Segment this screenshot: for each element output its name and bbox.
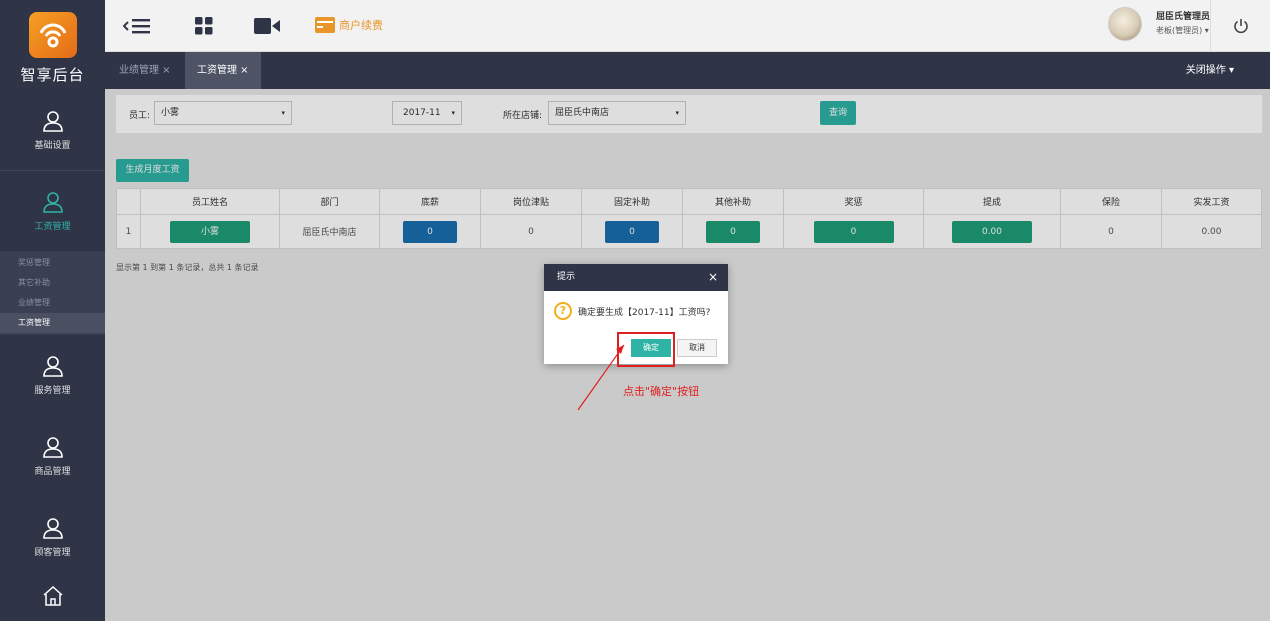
dialog-message: 确定要生成【2017-11】工资吗? [578, 307, 711, 318]
sidebar-item-label: 工资管理 [34, 221, 71, 232]
logo-area: 智享后台 [0, 0, 105, 90]
logo-text: 智享后台 [20, 66, 85, 84]
top-bar: 商户续费 屈臣氏管理员 老板(管理员) ▾ [105, 0, 1270, 52]
sidebar-item-basic-settings[interactable]: 基础设置 [0, 90, 105, 170]
sidebar-item-service[interactable]: 服务管理 [0, 335, 105, 415]
tab-performance[interactable]: 业绩管理 × [107, 52, 183, 89]
grid-icon[interactable] [195, 17, 213, 35]
tab-salary[interactable]: 工资管理 × [185, 52, 261, 89]
dialog-title: 提示 [557, 272, 576, 282]
sidebar-item-label: 服务管理 [34, 385, 71, 396]
sidebar-item-customer[interactable]: 顾客管理 [0, 497, 105, 577]
annotation-arrow [577, 344, 625, 411]
sidebar-item-salary[interactable]: 工资管理 [0, 171, 105, 251]
close-operations-menu[interactable]: 关闭操作 ▾ [1186, 52, 1234, 89]
sidebar-item-label: 商品管理 [34, 466, 71, 477]
user-icon [42, 517, 63, 539]
menu-collapse-icon[interactable] [123, 17, 151, 35]
submenu-salary[interactable]: 工资管理 [0, 313, 105, 333]
user-name: 屈臣氏管理员 [1155, 12, 1210, 22]
submenu-other-subsidy[interactable]: 其它补助 [0, 273, 105, 293]
power-icon [1233, 19, 1248, 34]
user-role: 老板(管理员) ▾ [1155, 26, 1209, 35]
logo-icon [28, 12, 77, 58]
renew-button[interactable]: 商户续费 [315, 17, 383, 33]
power-button[interactable] [1210, 0, 1270, 52]
tab-bar: 业绩管理 × 工资管理 × 关闭操作 ▾ [105, 52, 1270, 89]
user-icon [42, 110, 63, 132]
user-menu[interactable]: 屈臣氏管理员 老板(管理员) ▾ [1107, 7, 1210, 41]
sidebar-item-home[interactable] [0, 577, 105, 621]
avatar [1107, 7, 1142, 41]
submenu-performance[interactable]: 业绩管理 [0, 293, 105, 313]
sidebar-item-label: 基础设置 [34, 140, 71, 151]
annotation-text: 点击"确定"按钮 [623, 385, 700, 398]
user-icon [42, 191, 63, 213]
user-icon [42, 355, 63, 377]
card-icon [315, 17, 335, 33]
renew-label: 商户续费 [339, 19, 383, 32]
dialog-header: 提示 × [544, 264, 728, 291]
sidebar: 智享后台 基础设置 工资管理 奖惩管理 其它补助 业绩管理 工资管理 服务管理 … [0, 0, 105, 621]
question-icon: ? [554, 302, 572, 320]
salary-submenu: 奖惩管理 其它补助 业绩管理 工资管理 [0, 251, 105, 335]
video-icon[interactable] [254, 18, 280, 34]
sidebar-item-goods[interactable]: 商品管理 [0, 415, 105, 497]
sidebar-item-label: 顾客管理 [34, 547, 71, 558]
close-icon[interactable]: × [708, 264, 718, 291]
submenu-reward-punish[interactable]: 奖惩管理 [0, 253, 105, 273]
cancel-button[interactable]: 取消 [677, 339, 717, 357]
user-icon [42, 436, 63, 458]
home-icon [43, 585, 62, 606]
dialog-body: ? 确定要生成【2017-11】工资吗? [544, 291, 728, 320]
